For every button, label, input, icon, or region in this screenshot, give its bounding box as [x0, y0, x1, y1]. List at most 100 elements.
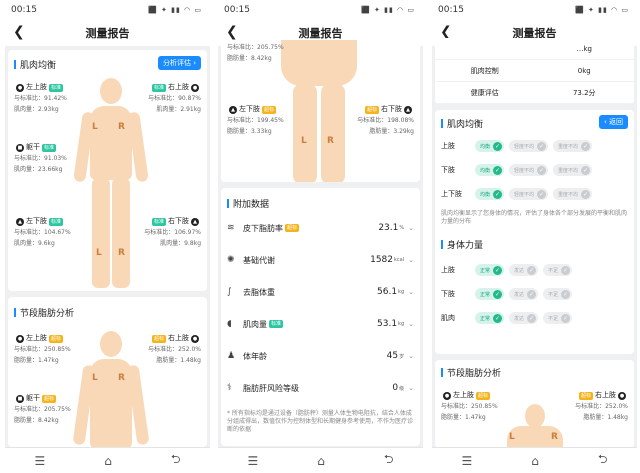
right-arm-icon: ● [191, 83, 199, 92]
level-chip[interactable]: 重度不均 ✓ [553, 164, 593, 176]
level-chip[interactable]: 正常 ✓ [475, 312, 505, 324]
home-icon[interactable]: ⌂ [531, 454, 539, 468]
trunk-icon: ■ [16, 394, 24, 403]
check-icon: ✓ [493, 189, 503, 199]
back-nav-icon[interactable]: ⮌ [171, 450, 181, 471]
table-row: …kg [435, 38, 634, 60]
body-letter-right: R [118, 373, 125, 383]
body-letter-left: L [92, 122, 98, 132]
check-icon: ✓ [537, 165, 547, 175]
segment-right-leg: 标准 右下肢 ▲ 与标准比：106.97% 肌肉量：9.8kg [144, 217, 201, 247]
body-letter-left: L [509, 432, 515, 442]
level-chip[interactable]: 发达 ✓ [509, 264, 539, 276]
level-chip[interactable]: 轻度不均 ✓ [509, 188, 549, 200]
fat-segment-right-leg: 超标 右下肢 ▲ 与标准比：198.08% 脂肪量：3.29kg [357, 105, 414, 135]
control-table: …kg 肌肉控制 0kg 健康评估 73.2分 [435, 38, 634, 104]
status-badge: 超标 [578, 391, 593, 400]
metric-value: 0 [392, 383, 399, 393]
back-icon[interactable]: ❮ [13, 24, 25, 40]
table-cell-label: 健康评估 [470, 88, 499, 97]
level-chip[interactable]: 轻度不均 ✓ [509, 140, 549, 152]
home-icon[interactable]: ⌂ [317, 454, 325, 468]
metric-unit: kcal [394, 257, 405, 263]
menu-icon[interactable]: ☰ [247, 454, 258, 468]
fat-analysis-card: 节段脂肪分析 L R ● 左上肢 超标 与标准比：250.85% 脂肪量：1.47k… [8, 297, 207, 447]
metric-label: 脂肪肝风险等级 [243, 383, 299, 393]
metric-unit: kg [398, 289, 405, 295]
segment-left-arm: ● 左上肢 标准 与标准比：91.42% 肌肉量：2.93kg [14, 83, 67, 113]
screen-3: 00:15 ⬛ ✦ ▮▮ ◠ ▭ ❮ 测量报告 …kg 肌肉控制 0kg 健康评估 73… [432, 0, 637, 473]
body-letter-left-leg: L [96, 248, 102, 258]
level-chip[interactable]: 正常 ✓ [475, 288, 505, 300]
back-icon[interactable]: ❮ [226, 24, 238, 40]
system-nav-bar: ☰ ⌂ ⮌ [218, 447, 423, 473]
check-icon: ✓ [561, 265, 571, 275]
body-left-leg [293, 84, 317, 182]
level-row-label: 肌肉 [441, 314, 455, 322]
back-nav-icon[interactable]: ⮌ [384, 450, 394, 471]
status-badge: 标准 [151, 217, 166, 226]
status-badge: 标准 [269, 320, 284, 328]
section-title: 附加数据 [227, 197, 269, 210]
fat-segment-right-arm: 超标 右上肢 ● 与标准比：252.0% 脂肪量：1.48kg [148, 334, 201, 364]
level-row: 下肢 均衡 ✓ 轻度不均 ✓ 重度不均 ✓ [441, 158, 628, 182]
body-right-leg [112, 178, 130, 288]
fat-segment-trunk-values: 与标准比：205.75% 脂肪量：8.42kg [227, 44, 284, 62]
check-icon: ✓ [527, 265, 537, 275]
menu-icon[interactable]: ☰ [34, 454, 45, 468]
segment-trunk: ■ 躯干 标准 与标准比：91.03% 肌肉量：23.66kg [14, 143, 67, 173]
level-chip[interactable]: 正常 ✓ [475, 264, 505, 276]
level-chip[interactable]: 不足 ✓ [543, 264, 573, 276]
level-chip[interactable]: 均衡 ✓ [475, 188, 505, 200]
level-chip[interactable]: 重度不均 ✓ [553, 188, 593, 200]
level-chip[interactable]: 不足 ✓ [543, 312, 573, 324]
check-icon: ✓ [527, 289, 537, 299]
metric-value: 1582 [370, 255, 394, 265]
analyze-button[interactable]: 分析评估 › [157, 56, 201, 70]
body-letter-right: R [118, 122, 125, 132]
body-letter-left: L [92, 373, 98, 383]
table-cell-value: …kg [576, 44, 593, 53]
extra-data-row[interactable]: ◖ 肌肉量 标准 53.1 kg ⌄ [227, 310, 414, 338]
body-left-leg [92, 178, 110, 288]
level-row-label: 上肢 [441, 142, 455, 150]
level-chip[interactable]: 均衡 ✓ [475, 164, 505, 176]
section-title: 节段脂肪分析 [441, 366, 501, 379]
level-chip[interactable]: 发达 ✓ [509, 288, 539, 300]
check-icon: ✓ [493, 265, 503, 275]
extra-data-row[interactable]: ≋ 皮下脂肪率 超标 23.1% ⌄ [227, 214, 414, 242]
check-icon: ✓ [493, 289, 503, 299]
check-icon: ✓ [527, 313, 537, 323]
chevron-down-icon: ⌄ [408, 320, 414, 328]
level-chip[interactable]: 轻度不均 ✓ [509, 164, 549, 176]
metric-value: 45 [386, 351, 399, 361]
section-title: 肌肉均衡 [14, 58, 56, 71]
level-chip[interactable]: 均衡 ✓ [475, 140, 505, 152]
body-right-leg [321, 84, 345, 182]
extra-data-row[interactable]: ✺ 基础代谢 1582 kcal ⌄ [227, 246, 414, 274]
section-title: 节段脂肪分析 [14, 306, 74, 319]
fat-segment-left-arm: ● 左上肢 超标 与标准比：250.85% 脂肪量：1.47kg [14, 334, 71, 364]
extra-data-card: 附加数据 ≋ 皮下脂肪率 超标 23.1% ⌄ ✺ 基础代谢 1582 kcal ⌄ ∫ 去脂体重 56… [221, 188, 420, 446]
level-chip[interactable]: 重度不均 ✓ [553, 140, 593, 152]
status-time: 00:15 [438, 5, 464, 15]
level-chip[interactable]: 发达 ✓ [509, 312, 539, 324]
extra-data-row[interactable]: ♟ 体年龄 45 岁 ⌄ [227, 342, 414, 370]
left-leg-icon: ▲ [229, 105, 237, 114]
back-nav-icon[interactable]: ⮌ [598, 450, 608, 471]
status-badge: 超标 [262, 105, 277, 114]
left-arm-icon: ● [16, 83, 24, 92]
muscle-balance-detail-card: 肌肉均衡 ‹ 返回 上肢 均衡 ✓ 轻度不均 ✓ 重度不均 ✓ 下肢 均衡 ✓ 轻度不均 ✓ 重度不均 ✓… [435, 110, 634, 354]
screen-2: 00:15 ⬛ ✦ ▮▮ ◠ ▭ ❮ 测量报告 L R 与标准比：205.75%… [218, 0, 423, 473]
back-button[interactable]: ‹ 返回 [598, 115, 628, 129]
metric-value: 53.1 [377, 319, 398, 329]
metric-icon: ✺ [227, 255, 235, 265]
extra-data-row[interactable]: ∫ 去脂体重 56.1 kg ⌄ [227, 278, 414, 306]
table-cell-value: 0kg [577, 66, 591, 75]
check-icon: ✓ [581, 141, 591, 151]
menu-icon[interactable]: ☰ [461, 454, 472, 468]
level-chip[interactable]: 不足 ✓ [543, 288, 573, 300]
status-badge: 超标 [285, 224, 300, 232]
home-icon[interactable]: ⌂ [104, 454, 112, 468]
extra-data-row[interactable]: ⚕ 脂肪肝风险等级 0 级 ⌄ [227, 374, 414, 402]
